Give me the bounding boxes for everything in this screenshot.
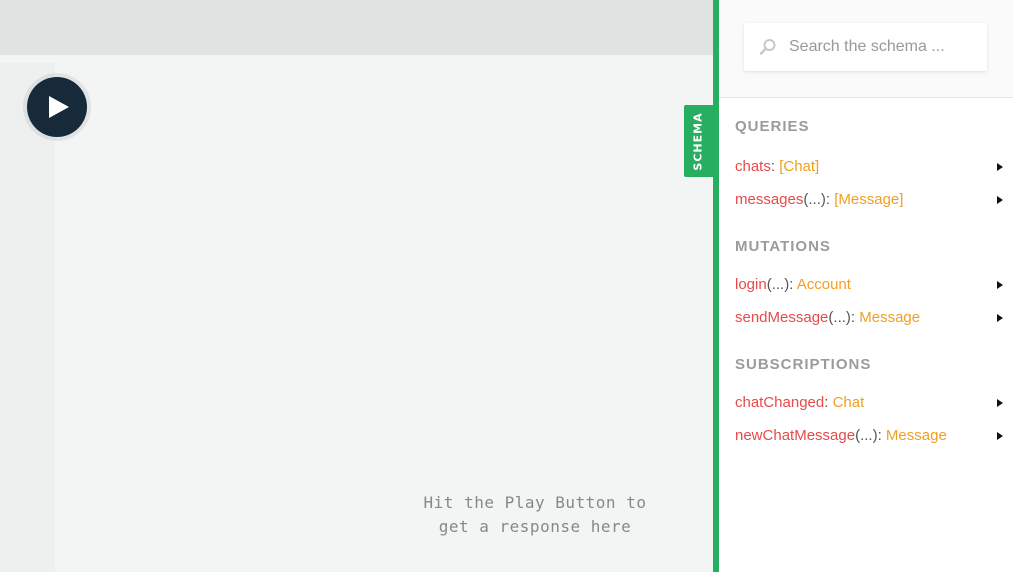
queries-section: QUERIES chats: [Chat] messages(...): [Me… bbox=[719, 98, 1013, 216]
mutations-section: MUTATIONS login(...): Account sendMessag… bbox=[719, 216, 1013, 334]
field-type[interactable]: [Message] bbox=[834, 191, 903, 208]
subscriptions-section: SUBSCRIPTIONS chatChanged: Chat newChatM… bbox=[719, 334, 1013, 452]
field-type[interactable]: Chat bbox=[833, 394, 865, 411]
editor-area[interactable]: Hit the Play Button to get a response he… bbox=[0, 63, 713, 572]
field-args: (...) bbox=[803, 191, 826, 208]
play-icon bbox=[49, 96, 69, 118]
schema-search-input[interactable] bbox=[787, 37, 981, 57]
graphql-playground: Hit the Play Button to get a response he… bbox=[0, 0, 1013, 572]
triangle-right-icon bbox=[997, 196, 1003, 204]
field-name: messages bbox=[735, 191, 804, 208]
field-type[interactable]: [Chat] bbox=[779, 158, 819, 175]
query-field-messages[interactable]: messages(...): [Message] bbox=[719, 183, 1013, 216]
triangle-right-icon bbox=[997, 281, 1003, 289]
field-name: newChatMessage bbox=[735, 427, 856, 444]
schema-tab-label: SCHEMA bbox=[692, 111, 705, 171]
schema-search-area bbox=[719, 0, 1013, 98]
triangle-right-icon bbox=[997, 163, 1003, 171]
query-tabs-bar bbox=[0, 0, 713, 55]
search-icon bbox=[759, 39, 776, 55]
field-name: chatChanged bbox=[735, 394, 825, 411]
editor-gutter bbox=[0, 63, 55, 572]
field-type[interactable]: Account bbox=[797, 276, 851, 293]
query-field-chats[interactable]: chats: [Chat] bbox=[719, 150, 1013, 183]
field-name: chats bbox=[735, 158, 771, 175]
mutation-field-login[interactable]: login(...): Account bbox=[719, 268, 1013, 301]
triangle-right-icon bbox=[997, 314, 1003, 322]
field-args: (...) bbox=[766, 276, 790, 293]
field-name: login bbox=[735, 276, 767, 293]
mutations-section-title: MUTATIONS bbox=[735, 238, 831, 255]
queries-section-title: QUERIES bbox=[735, 118, 810, 135]
subscriptions-section-title: SUBSCRIPTIONS bbox=[735, 356, 872, 373]
schema-tab[interactable]: SCHEMA bbox=[684, 105, 713, 177]
field-type[interactable]: Message bbox=[859, 309, 920, 326]
response-placeholder: Hit the Play Button to get a response he… bbox=[400, 491, 670, 539]
subscription-field-chat-changed[interactable]: chatChanged: Chat bbox=[719, 386, 1013, 419]
triangle-right-icon bbox=[997, 432, 1003, 440]
schema-panel: QUERIES chats: [Chat] messages(...): [Me… bbox=[719, 0, 1013, 572]
response-hint-line-2: get a response here bbox=[438, 517, 632, 536]
subscription-field-new-chat-message[interactable]: newChatMessage(...): Message bbox=[719, 419, 1013, 452]
mutation-field-send-message[interactable]: sendMessage(...): Message bbox=[719, 301, 1013, 334]
triangle-right-icon bbox=[997, 399, 1003, 407]
execute-query-button[interactable] bbox=[27, 77, 87, 137]
field-name: sendMessage bbox=[735, 309, 829, 326]
schema-search-box[interactable] bbox=[744, 23, 987, 71]
field-args: (...) bbox=[828, 309, 851, 326]
field-type[interactable]: Message bbox=[886, 427, 947, 444]
response-hint-line-1: Hit the Play Button to bbox=[423, 493, 647, 512]
field-args: (...) bbox=[855, 427, 878, 444]
